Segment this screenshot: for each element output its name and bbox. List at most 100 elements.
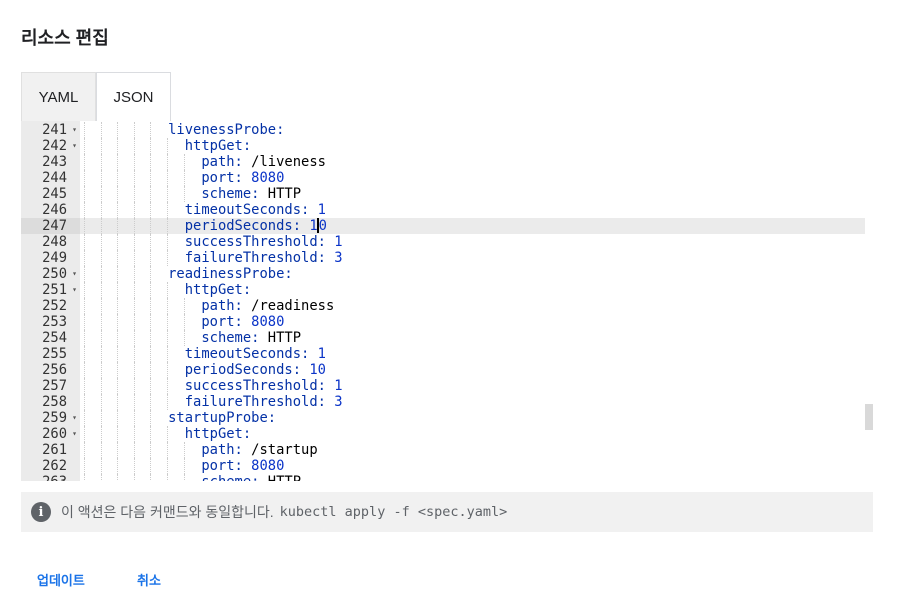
code-line[interactable]: 257 successThreshold: 1: [21, 378, 865, 394]
indent-guide: [133, 410, 135, 426]
code-line[interactable]: 262 port: 8080: [21, 458, 865, 474]
indent-guide: [167, 202, 169, 218]
code-text: scheme: HTTP: [201, 186, 302, 202]
fold-toggle-icon[interactable]: ▾: [72, 266, 77, 282]
code-line[interactable]: 253 port: 8080: [21, 314, 865, 330]
indent-guide: [133, 458, 135, 474]
indent-guide: [133, 170, 135, 186]
indent-guide: [100, 314, 102, 330]
code-line[interactable]: 241 ▾ livenessProbe:: [21, 122, 865, 138]
vertical-scrollbar[interactable]: [865, 404, 873, 430]
code-line[interactable]: 246 timeoutSeconds: 1: [21, 202, 865, 218]
indent-guide: [167, 314, 169, 330]
code-line[interactable]: 242 ▾ httpGet:: [21, 138, 865, 154]
indent-guide: [84, 458, 85, 474]
code-line[interactable]: 252 path: /readiness: [21, 298, 865, 314]
indent-guide: [183, 186, 185, 202]
code-text: path: /liveness: [201, 154, 326, 170]
code-line[interactable]: 256 periodSeconds: 10: [21, 362, 865, 378]
line-number: 242 ▾: [42, 138, 77, 154]
code-line[interactable]: 251 ▾ httpGet:: [21, 282, 865, 298]
fold-toggle-icon[interactable]: ▾: [72, 410, 77, 426]
indent-guide: [133, 186, 135, 202]
code-line[interactable]: 261 path: /startup: [21, 442, 865, 458]
indent-guide: [117, 138, 119, 154]
indent-guide: [117, 298, 119, 314]
code-text: startupProbe:: [168, 410, 277, 426]
indent-guide: [100, 266, 102, 282]
code-line[interactable]: 260 ▾ httpGet:: [21, 426, 865, 442]
indent-guide: [150, 170, 152, 186]
line-number: 251 ▾: [42, 282, 77, 298]
indent-guide: [84, 202, 85, 218]
indent-guide: [183, 458, 185, 474]
code-text: failureThreshold: 3: [184, 250, 343, 266]
code-text: port: 8080: [201, 458, 285, 474]
indent-guide: [84, 154, 85, 170]
code-line[interactable]: 255 timeoutSeconds: 1: [21, 346, 865, 362]
code-line[interactable]: 245 scheme: HTTP: [21, 186, 865, 202]
indent-guide: [167, 378, 169, 394]
indent-guide: [117, 202, 119, 218]
code-line[interactable]: 258 failureThreshold: 3: [21, 394, 865, 410]
line-number: 257: [42, 378, 67, 394]
indent-guide: [100, 298, 102, 314]
indent-guide: [117, 442, 119, 458]
code-line[interactable]: 247 periodSeconds: 10: [21, 218, 865, 234]
line-number: 263: [21, 474, 80, 481]
fold-toggle-icon[interactable]: ▾: [72, 122, 77, 138]
indent-guide: [84, 122, 85, 138]
cancel-button[interactable]: 취소: [137, 570, 161, 589]
indent-guide: [133, 330, 135, 346]
code-text: timeoutSeconds: 1: [184, 346, 326, 362]
indent-guide: [133, 314, 135, 330]
code-text: port: 8080: [201, 170, 285, 186]
line-number: 262: [42, 458, 67, 474]
code-editor[interactable]: 241 ▾ livenessProbe: 242 ▾ httpGet: 243 path: /…: [21, 121, 873, 481]
indent-guide: [84, 170, 85, 186]
indent-guide: [150, 410, 152, 426]
code-text: timeoutSeconds: 1: [184, 202, 326, 218]
line-number: 259 ▾: [42, 410, 77, 426]
indent-guide: [150, 138, 152, 154]
indent-guide: [117, 266, 119, 282]
indent-guide: [84, 266, 85, 282]
code-line[interactable]: 259 ▾ startupProbe:: [21, 410, 865, 426]
fold-toggle-icon[interactable]: ▾: [72, 138, 77, 154]
indent-guide: [117, 122, 119, 138]
line-number: 254: [42, 330, 67, 346]
indent-guide: [183, 474, 185, 481]
indent-guide: [150, 266, 152, 282]
indent-guide: [100, 234, 102, 250]
indent-guide: [117, 458, 119, 474]
code-line[interactable]: 254 scheme: HTTP: [21, 330, 865, 346]
indent-guide: [150, 202, 152, 218]
fold-toggle-icon[interactable]: ▾: [72, 426, 77, 442]
code-line[interactable]: 263 scheme: HTTP: [21, 474, 865, 481]
page-title: 리소스 편집: [21, 28, 109, 48]
line-number: 252: [42, 298, 67, 314]
tab-yaml[interactable]: YAML: [21, 72, 96, 121]
indent-guide: [167, 442, 169, 458]
code-line[interactable]: 248 successThreshold: 1: [21, 234, 865, 250]
indent-guide: [117, 330, 119, 346]
code-line[interactable]: 250 ▾ readinessProbe:: [21, 266, 865, 282]
indent-guide: [84, 378, 85, 394]
code-text: httpGet:: [184, 426, 252, 442]
indent-guide: [133, 442, 135, 458]
indent-guide: [167, 346, 169, 362]
code-line[interactable]: 249 failureThreshold: 3: [21, 250, 865, 266]
code-text: successThreshold: 1: [184, 234, 343, 250]
indent-guide: [133, 250, 135, 266]
indent-guide: [167, 298, 169, 314]
line-number: 245: [42, 186, 67, 202]
indent-guide: [117, 378, 119, 394]
fold-toggle-icon[interactable]: ▾: [72, 282, 77, 298]
code-line[interactable]: 243 path: /liveness: [21, 154, 865, 170]
tab-json[interactable]: JSON: [96, 72, 171, 121]
indent-guide: [167, 250, 169, 266]
update-button[interactable]: 업데이트: [37, 570, 85, 589]
indent-guide: [84, 298, 85, 314]
indent-guide: [84, 330, 85, 346]
code-line[interactable]: 244 port: 8080: [21, 170, 865, 186]
